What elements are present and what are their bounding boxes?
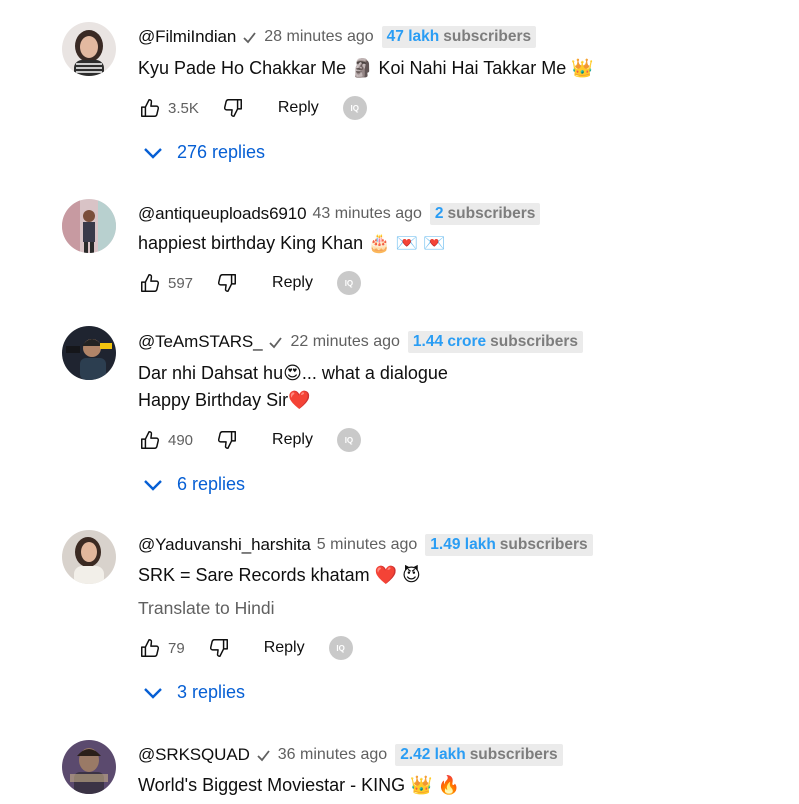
like-count: 597 — [168, 274, 194, 292]
comment-author[interactable]: @antiqueuploads6910 — [138, 204, 307, 224]
comment-author[interactable]: @TeAmSTARS_ — [138, 332, 263, 352]
like-count: 79 — [168, 639, 185, 657]
like-count: 490 — [168, 431, 194, 449]
like-count: 3.5K — [168, 99, 199, 117]
replies-count: 6 replies — [177, 474, 246, 494]
subscriber-badge: 1.49 lakh subscribers — [425, 534, 593, 556]
verified-check-icon — [242, 30, 257, 45]
comment-time[interactable]: 22 minutes ago — [290, 333, 399, 351]
view-replies-button[interactable]: 6 replies — [143, 474, 245, 495]
reply-button[interactable]: Reply — [264, 639, 305, 657]
comment-time[interactable]: 36 minutes ago — [278, 746, 387, 764]
comment-time[interactable]: 28 minutes ago — [264, 28, 373, 46]
dislike-icon[interactable] — [215, 428, 239, 452]
chevron-down-icon — [143, 687, 163, 699]
comment-time[interactable]: 5 minutes ago — [317, 536, 418, 554]
verified-check-icon — [256, 748, 271, 763]
comment-text-line-1: Dar nhi Dahsat hu😍... what a dialogue — [138, 363, 448, 383]
comment-text-line-2: Happy Birthday Sir❤️ — [138, 390, 311, 410]
view-replies-button[interactable]: 3 replies — [143, 682, 245, 703]
comment-author[interactable]: @SRKSQUAD — [138, 745, 250, 765]
comment-time[interactable]: 43 minutes ago — [313, 205, 422, 223]
comment-author[interactable]: @FilmiIndian — [138, 27, 236, 47]
avatar[interactable] — [62, 740, 116, 794]
avatar[interactable] — [62, 326, 116, 380]
comment-text: World's Biggest Moviestar - KING 👑 🔥 — [138, 775, 461, 795]
subscriber-badge: 47 lakh subscribers — [381, 26, 537, 48]
like-icon[interactable] — [138, 271, 162, 295]
chevron-down-icon — [143, 479, 163, 491]
dislike-icon[interactable] — [215, 271, 239, 295]
reply-button[interactable]: Reply — [278, 99, 319, 117]
like-icon[interactable] — [138, 428, 162, 452]
verified-check-icon — [268, 335, 283, 350]
comment-author[interactable]: @Yaduvanshi_harshita — [138, 535, 311, 555]
comment-text: happiest birthday King Khan 🎂 💌 💌 — [138, 233, 446, 253]
translate-link[interactable]: Translate to Hindi — [138, 598, 275, 619]
iq-badge-icon[interactable]: IQ — [336, 428, 361, 452]
dislike-icon[interactable] — [207, 636, 231, 660]
like-icon[interactable] — [138, 636, 162, 660]
subscriber-badge: 2 subscribers — [429, 203, 541, 225]
reply-button[interactable]: Reply — [272, 431, 313, 449]
avatar[interactable] — [62, 22, 116, 76]
replies-count: 3 replies — [177, 682, 246, 702]
iq-badge-icon[interactable]: IQ — [328, 636, 353, 660]
subscriber-badge: 2.42 lakh subscribers — [395, 744, 563, 766]
dislike-icon[interactable] — [221, 96, 245, 120]
comment-text: SRK = Sare Records khatam ❤️ 😈 — [138, 565, 421, 585]
iq-badge-icon[interactable]: IQ — [342, 96, 367, 120]
chevron-down-icon — [143, 147, 163, 159]
avatar[interactable] — [62, 530, 116, 584]
like-icon[interactable] — [138, 96, 162, 120]
view-replies-button[interactable]: 276 replies — [143, 142, 265, 163]
comment-text: Kyu Pade Ho Chakkar Me 🗿 Koi Nahi Hai Ta… — [138, 58, 594, 78]
subscriber-badge: 1.44 crore subscribers — [407, 331, 584, 353]
avatar[interactable] — [62, 199, 116, 253]
iq-badge-icon[interactable]: IQ — [336, 271, 361, 295]
replies-count: 276 replies — [177, 142, 266, 162]
reply-button[interactable]: Reply — [272, 274, 313, 292]
